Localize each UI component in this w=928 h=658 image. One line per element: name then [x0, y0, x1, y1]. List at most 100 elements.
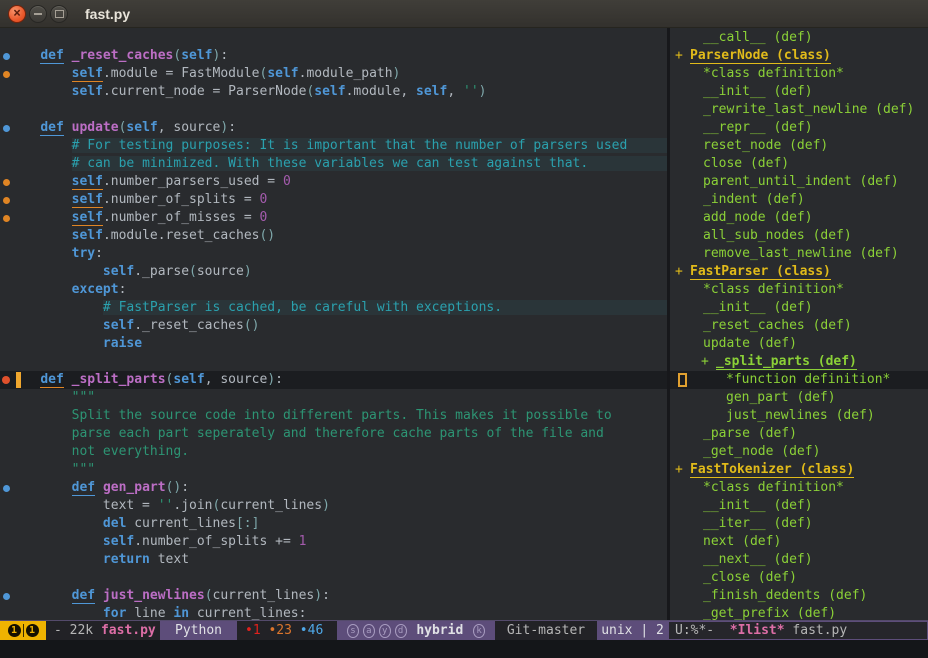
code-line[interactable]: raise: [0, 335, 668, 353]
code-text: [0, 353, 668, 371]
outline-item[interactable]: next (def): [670, 533, 928, 551]
outline-item[interactable]: all_sub_nodes (def): [670, 227, 928, 245]
code-line[interactable]: try:: [0, 245, 668, 263]
code-token: self: [126, 120, 157, 135]
code-line[interactable]: def update(self, source):: [0, 119, 668, 137]
code-token: [9, 138, 72, 153]
code-line[interactable]: def just_newlines(current_lines):: [0, 587, 668, 605]
code-line[interactable]: [0, 569, 668, 587]
outline-item[interactable]: *class definition*: [670, 479, 928, 497]
outline-item[interactable]: *class definition*: [670, 65, 928, 83]
window-close-button[interactable]: ×: [8, 5, 26, 23]
code-token: [9, 480, 72, 495]
outline-item-label: _indent (def): [703, 192, 805, 207]
outline-item[interactable]: __init__ (def): [670, 497, 928, 515]
outline-item[interactable]: _rewrite_last_newline (def): [670, 101, 928, 119]
modeline-text: Git-master: [507, 623, 585, 638]
code-token: current_lines: [126, 516, 236, 531]
outline-item[interactable]: add_node (def): [670, 209, 928, 227]
window-minimize-button[interactable]: [29, 5, 47, 23]
code-line[interactable]: self.current_node = ParserNode(self.modu…: [0, 83, 668, 101]
outline-item[interactable]: __init__ (def): [670, 83, 928, 101]
outline-item[interactable]: *class definition*: [670, 281, 928, 299]
outline-item[interactable]: _close (def): [670, 569, 928, 587]
outline-item[interactable]: reset_node (def): [670, 137, 928, 155]
window-maximize-button[interactable]: [50, 5, 68, 23]
expand-plus-icon[interactable]: +: [675, 263, 690, 281]
code-line[interactable]: """: [0, 389, 668, 407]
expand-plus-icon[interactable]: +: [701, 353, 716, 371]
outline-item[interactable]: _get_node (def): [670, 443, 928, 461]
code-token: .join: [173, 498, 212, 513]
code-line[interactable]: Split the source code into different par…: [0, 407, 668, 425]
code-line[interactable]: parse each part seperately and therefore…: [0, 425, 668, 443]
outline-item[interactable]: __init__ (def): [670, 299, 928, 317]
fringe-added-marker-icon: [3, 53, 10, 60]
code-line[interactable]: [0, 101, 668, 119]
expand-plus-icon[interactable]: +: [675, 461, 690, 479]
code-token: gen_part: [103, 480, 166, 495]
outline-item[interactable]: + FastTokenizer (class): [670, 461, 928, 479]
code-line[interactable]: self.module = FastModule(self.module_pat…: [0, 65, 668, 83]
code-line[interactable]: def _reset_caches(self):: [0, 47, 668, 65]
outline-item[interactable]: parent_until_indent (def): [670, 173, 928, 191]
code-line[interactable]: return text: [0, 551, 668, 569]
window-number: 1: [26, 624, 39, 637]
outline-item[interactable]: + ParserNode (class): [670, 47, 928, 65]
outline-item[interactable]: _get_prefix (def): [670, 605, 928, 620]
outline-item[interactable]: _reset_caches (def): [670, 317, 928, 335]
outline-item[interactable]: __repr__ (def): [670, 119, 928, 137]
code-line[interactable]: self._parse(source): [0, 263, 668, 281]
outline-item[interactable]: *function definition*: [670, 371, 928, 389]
code-line[interactable]: self.module.reset_caches(): [0, 227, 668, 245]
outline-item-label: ParserNode (class): [690, 48, 831, 64]
outline-item[interactable]: gen_part (def): [670, 389, 928, 407]
fringe-added-marker-icon: [3, 593, 10, 600]
code-line[interactable]: self.number_parsers_used = 0: [0, 173, 668, 191]
code-token: ): [322, 498, 330, 513]
outline-item[interactable]: _parse (def): [670, 425, 928, 443]
code-line[interactable]: self.number_of_splits += 1: [0, 533, 668, 551]
code-line[interactable]: for line in current_lines:: [0, 605, 668, 620]
code-text: self.number_of_splits = 0: [0, 191, 668, 209]
code-line[interactable]: # For testing purposes: It is important …: [0, 137, 668, 155]
code-text: self.current_node = ParserNode(self.modu…: [0, 83, 668, 101]
code-token: .number_parsers_used =: [103, 174, 283, 189]
fringe-modified-marker-icon: [3, 71, 10, 78]
code-line[interactable]: text = ''.join(current_lines): [0, 497, 668, 515]
code-editor[interactable]: def _reset_caches(self): self.module = F…: [0, 28, 668, 620]
minor-mode-icon: d: [395, 624, 407, 638]
code-line[interactable]: # FastParser is cached, be careful with …: [0, 299, 668, 317]
expand-plus-icon[interactable]: +: [675, 47, 690, 65]
code-line[interactable]: [0, 353, 668, 371]
code-line[interactable]: def _split_parts(self, source):: [0, 371, 668, 389]
code-line[interactable]: # can be minimized. With these variables…: [0, 155, 668, 173]
code-token: raise: [103, 336, 142, 351]
outline-item[interactable]: + FastParser (class): [670, 263, 928, 281]
code-line[interactable]: """: [0, 461, 668, 479]
code-line[interactable]: def gen_part():: [0, 479, 668, 497]
code-token: (): [166, 480, 182, 495]
outline-item[interactable]: just_newlines (def): [670, 407, 928, 425]
outline-item[interactable]: __call__ (def): [670, 29, 928, 47]
code-token: current_lines: [220, 498, 322, 513]
code-token: 0: [259, 210, 267, 225]
code-text: for line in current_lines:: [0, 605, 668, 620]
outline-item[interactable]: + _split_parts (def): [670, 353, 928, 371]
outline-item[interactable]: remove_last_newline (def): [670, 245, 928, 263]
code-line[interactable]: self.number_of_splits = 0: [0, 191, 668, 209]
outline-item[interactable]: _finish_dedents (def): [670, 587, 928, 605]
outline-item[interactable]: _indent (def): [670, 191, 928, 209]
outline-item[interactable]: close (def): [670, 155, 928, 173]
outline-item[interactable]: update (def): [670, 335, 928, 353]
code-token: .module = FastModule: [103, 66, 260, 81]
outline-item[interactable]: __next__ (def): [670, 551, 928, 569]
fringe-modified-marker-icon: [3, 197, 10, 204]
code-line[interactable]: except:: [0, 281, 668, 299]
code-line[interactable]: del current_lines[:]: [0, 515, 668, 533]
outline-item[interactable]: __iter__ (def): [670, 515, 928, 533]
code-text: # can be minimized. With these variables…: [0, 155, 668, 173]
code-line[interactable]: self._reset_caches(): [0, 317, 668, 335]
code-line[interactable]: not everything.: [0, 443, 668, 461]
code-line[interactable]: self.number_of_misses = 0: [0, 209, 668, 227]
